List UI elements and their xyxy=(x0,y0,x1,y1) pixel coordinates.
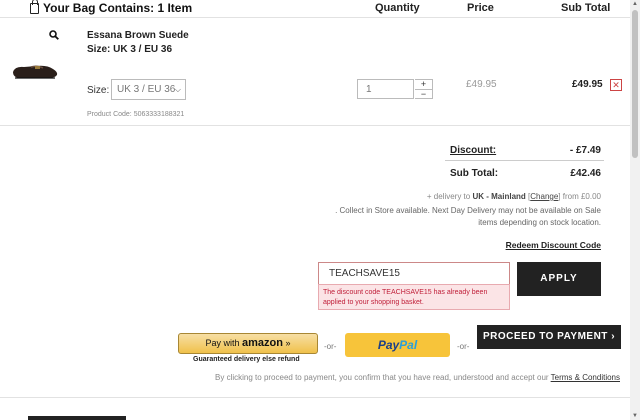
scrollbar[interactable]: ▲ ▼ xyxy=(630,0,640,420)
item-subtotal: £49.95 xyxy=(572,79,603,90)
amazon-logo: amazon xyxy=(242,337,283,349)
product-size: Size: UK 3 / EU 36 xyxy=(87,44,173,55)
or-separator: -or- xyxy=(457,342,470,351)
minus-icon[interactable]: − xyxy=(415,89,432,99)
col-price: Price xyxy=(467,2,494,14)
delivery-prefix: + delivery to xyxy=(426,192,471,201)
terms-notice: By clicking to proceed to payment, you c… xyxy=(215,373,620,382)
scrollbar-thumb[interactable] xyxy=(632,10,638,158)
bottom-divider xyxy=(0,397,630,398)
scroll-up-icon[interactable]: ▲ xyxy=(632,1,638,7)
plus-icon[interactable]: + xyxy=(415,80,432,89)
size-label: Size: xyxy=(87,85,110,96)
quantity-input[interactable]: 1 xyxy=(357,79,414,99)
shopping-bag-icon xyxy=(30,0,39,14)
bottom-bar xyxy=(28,416,126,420)
col-quantity: Quantity xyxy=(375,2,420,14)
product-code: Product Code: 5063333188321 xyxy=(87,111,185,118)
amazon-pay-button[interactable]: Pay with amazon » xyxy=(178,333,318,354)
or-separator: -or- xyxy=(324,342,337,351)
apply-button[interactable]: APPLY xyxy=(517,262,601,296)
size-select[interactable]: UK 3 / EU 36 ⌵ xyxy=(111,79,186,100)
paypal-logo-pal: Pal xyxy=(399,338,418,352)
bag-title: Your Bag Contains: 1 Item xyxy=(30,0,193,15)
size-select-value: UK 3 / EU 36 xyxy=(117,84,176,95)
terms-text: By clicking to proceed to payment, you c… xyxy=(215,373,549,382)
delivery-price: from £0.00 xyxy=(562,192,601,201)
chevron-right-icon: » xyxy=(285,338,291,348)
col-subtotal: Sub Total xyxy=(561,2,611,14)
paypal-logo-pay: Pay xyxy=(377,338,400,352)
paypal-button[interactable]: PayPal xyxy=(345,333,450,357)
close-icon[interactable]: ✕ xyxy=(610,79,622,91)
proceed-to-payment-button[interactable]: PROCEED TO PAYMENT › xyxy=(477,325,621,349)
bag-header: Your Bag Contains: 1 Item Quantity Price… xyxy=(0,0,630,18)
bag-title-text: Your Bag Contains: 1 Item xyxy=(43,1,193,15)
subtotal-value: £42.46 xyxy=(570,168,601,179)
amazon-guarantee: Guaranteed delivery else refund xyxy=(193,356,300,363)
discount-label: Discount: xyxy=(450,145,497,156)
summary-divider xyxy=(445,160,604,161)
subtotal-label: Sub Total: xyxy=(450,168,499,179)
collect-note: . Collect in Store available. Next Day D… xyxy=(335,206,601,227)
amazon-pay-label: Pay with xyxy=(205,338,240,348)
quantity-stepper[interactable]: + − xyxy=(415,79,433,99)
terms-link[interactable]: Terms & Conditions xyxy=(551,373,620,382)
delivery-info: + delivery to UK - Mainland [Change] fro… xyxy=(426,192,601,201)
bag-item-row: Essana Brown Suede Size: UK 3 / EU 36 Si… xyxy=(0,19,630,126)
change-delivery-link[interactable]: Change xyxy=(530,192,558,201)
redeem-discount-link[interactable]: Redeem Discount Code xyxy=(506,240,601,250)
chevron-down-icon: ⌵ xyxy=(174,85,181,94)
product-name[interactable]: Essana Brown Suede xyxy=(87,30,189,41)
item-price: £49.95 xyxy=(466,79,497,90)
product-image[interactable] xyxy=(11,57,59,81)
discount-code-input[interactable]: TEACHSAVE15 xyxy=(318,262,510,284)
discount-error-message: The discount code TEACHSAVE15 has alread… xyxy=(318,284,510,310)
search-icon[interactable] xyxy=(49,30,59,40)
delivery-region: UK - Mainland xyxy=(472,192,526,201)
discount-value: - £7.49 xyxy=(569,145,601,156)
scroll-down-icon[interactable]: ▼ xyxy=(632,413,638,419)
